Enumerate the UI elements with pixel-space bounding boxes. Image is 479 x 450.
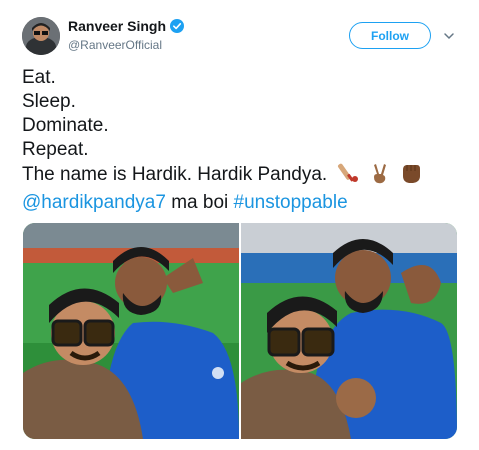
tweet-text: Eat. Sleep. Dominate. Repeat. The name i… [22, 66, 423, 215]
photo-grid [23, 223, 457, 439]
tweet-line-5-text: The name is Hardik. Hardik Pandya. [22, 164, 328, 185]
tweet-line-5: The name is Hardik. Hardik Pandya. [22, 162, 423, 191]
raised-fist-icon [399, 162, 423, 191]
tweet-line: Repeat. [22, 139, 89, 160]
victory-hand-icon [370, 162, 390, 191]
hashtag-link[interactable]: #unstoppable [234, 192, 348, 213]
tweet-line: Dominate. [22, 115, 109, 136]
cricket-bat-icon [336, 162, 360, 191]
tweet-middle-text: ma boi [165, 192, 234, 213]
chevron-down-icon[interactable] [443, 29, 455, 41]
selfie-photo-1[interactable] [23, 223, 239, 439]
selfie-photo-2[interactable] [241, 223, 457, 439]
display-name[interactable]: Ranveer Singh [68, 18, 166, 34]
user-handle[interactable]: @RanveerOfficial [68, 38, 162, 52]
avatar[interactable] [22, 17, 60, 55]
verified-badge-icon [170, 19, 185, 33]
tweet-line: Eat. [22, 67, 56, 88]
mention-link[interactable]: @hardikpandya7 [22, 192, 166, 213]
follow-button[interactable]: Follow [349, 22, 431, 49]
tweet-line: Sleep. [22, 91, 76, 112]
tweet-line-6: @hardikpandya7 ma boi #unstoppable [22, 191, 423, 215]
